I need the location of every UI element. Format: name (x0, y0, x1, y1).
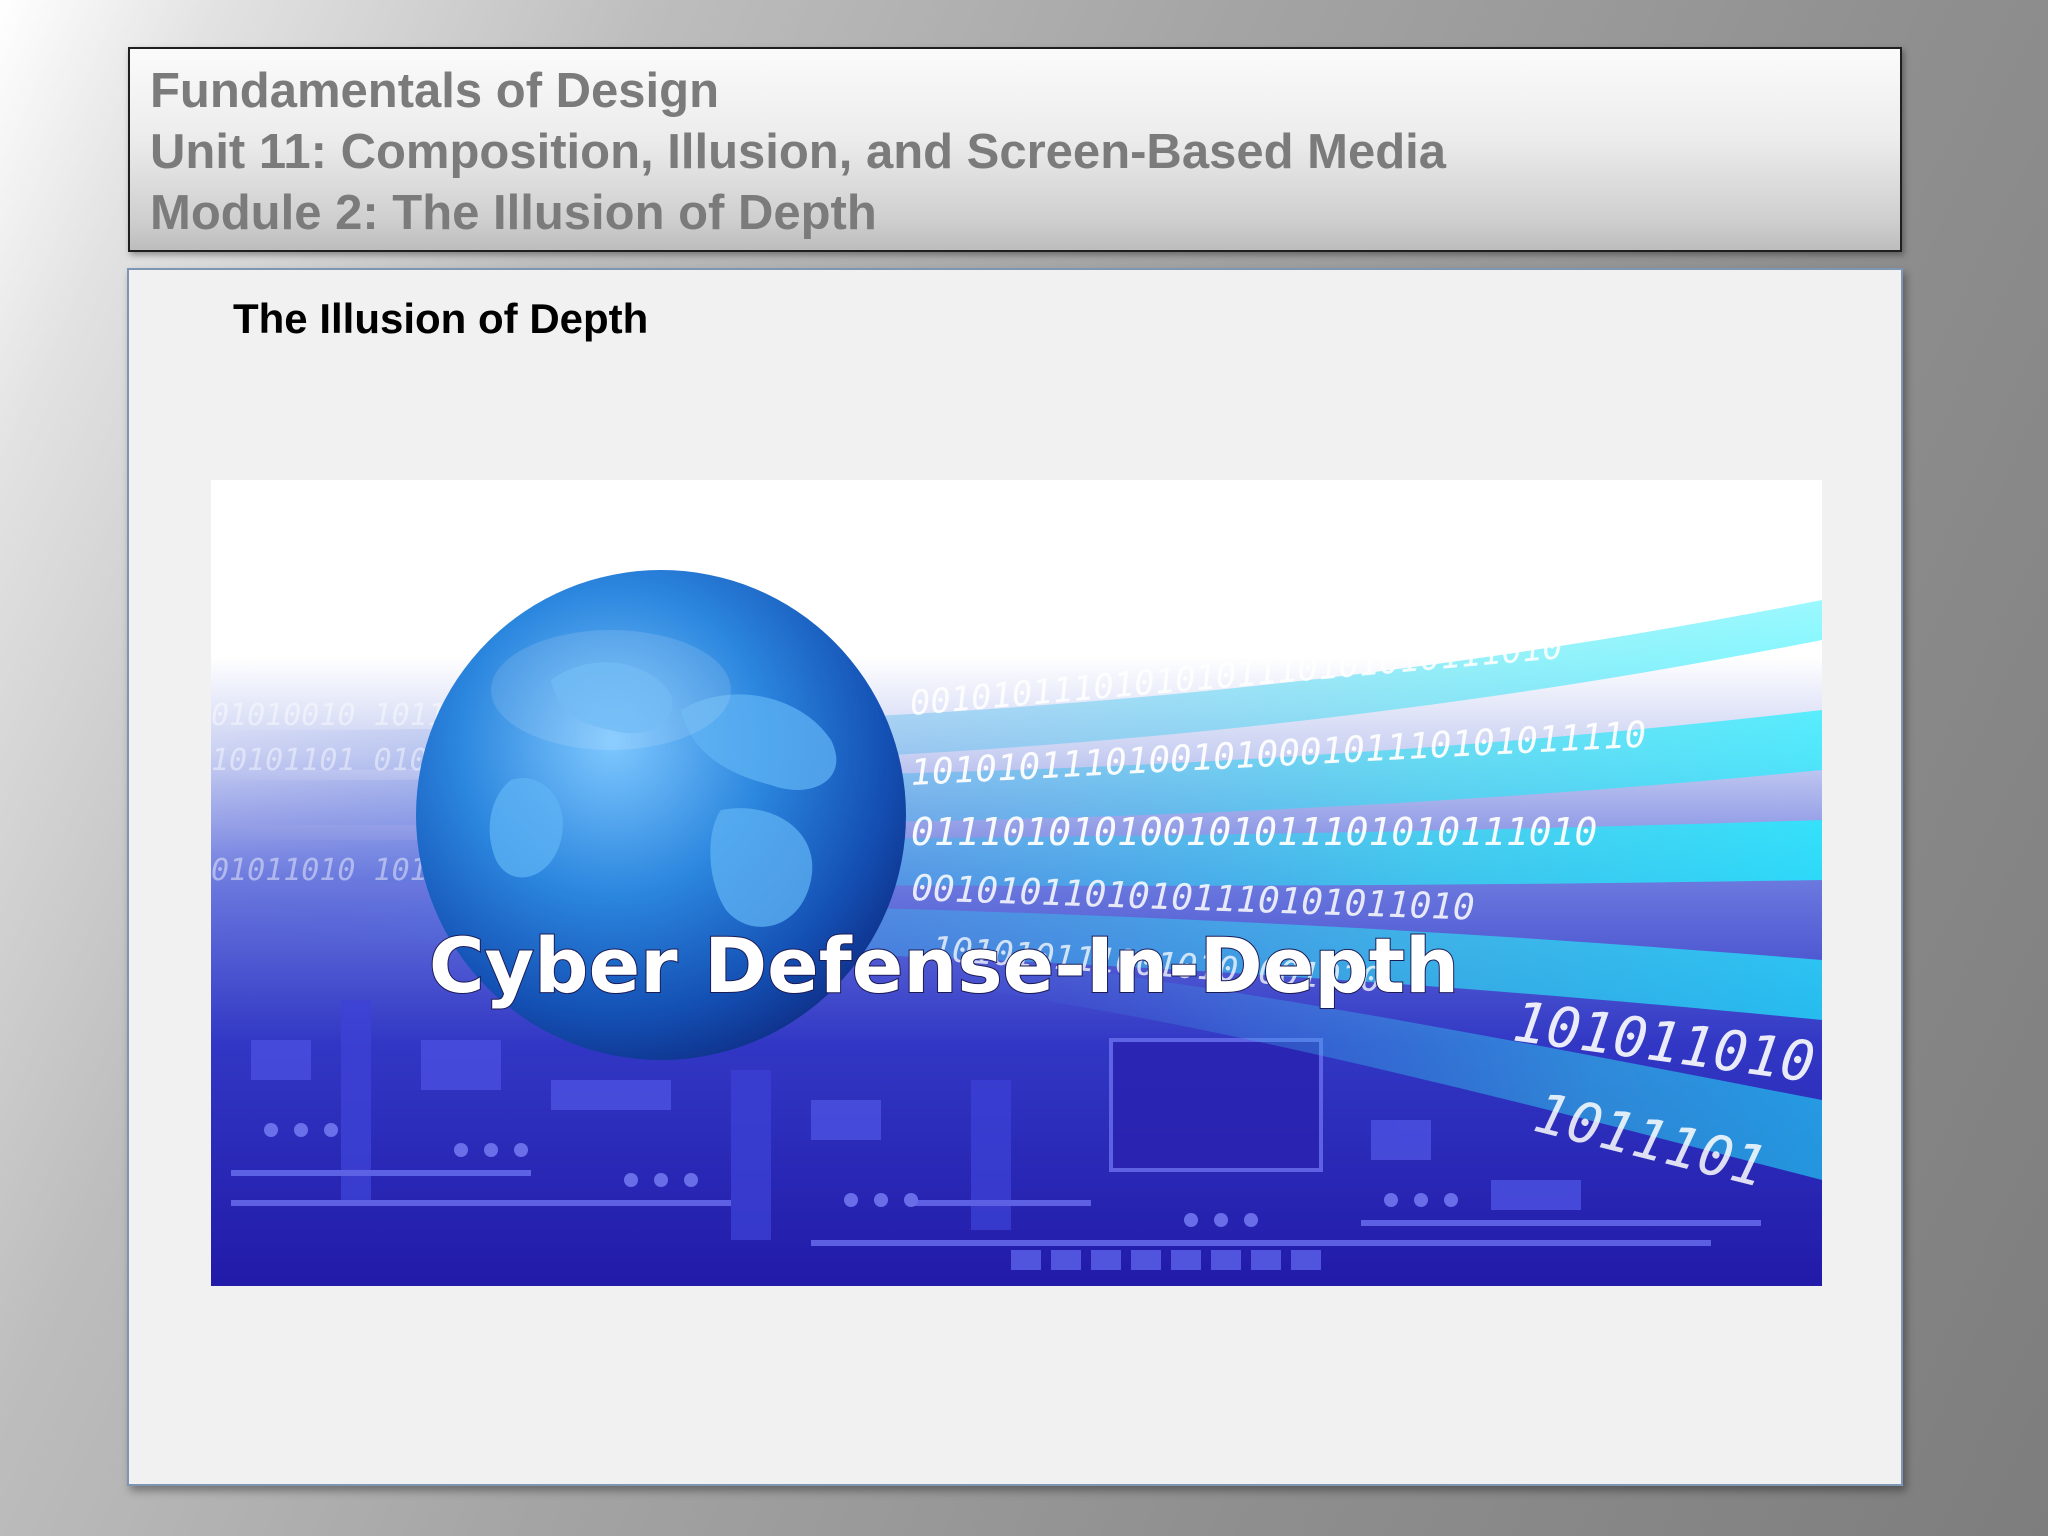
slide-content: The Illusion of Depth 001010111010101011… (127, 268, 1903, 1486)
cyber-defense-banner-image: 1100110101110101010010101010111010 00101… (211, 480, 1822, 1286)
module-title: Module 2: The Illusion of Depth (150, 186, 877, 240)
title-box: Fundamentals of Design Unit 11: Composit… (128, 47, 1902, 252)
svg-text:011101010100101011101010111010: 011101010100101011101010111010 (911, 810, 1597, 854)
unit-title: Unit 11: Composition, Illusion, and Scre… (150, 125, 1446, 179)
svg-text:01010010 10110: 01010010 10110 (211, 698, 464, 733)
banner-caption: Cyber Defense-In-Depth (429, 921, 1459, 1010)
banner-graphic: 1100110101110101010010101010111010 00101… (211, 480, 1822, 1286)
slide-heading: The Illusion of Depth (233, 295, 649, 342)
svg-text:01011010 1010: 01011010 1010 (211, 853, 446, 888)
course-title: Fundamentals of Design (150, 64, 720, 118)
